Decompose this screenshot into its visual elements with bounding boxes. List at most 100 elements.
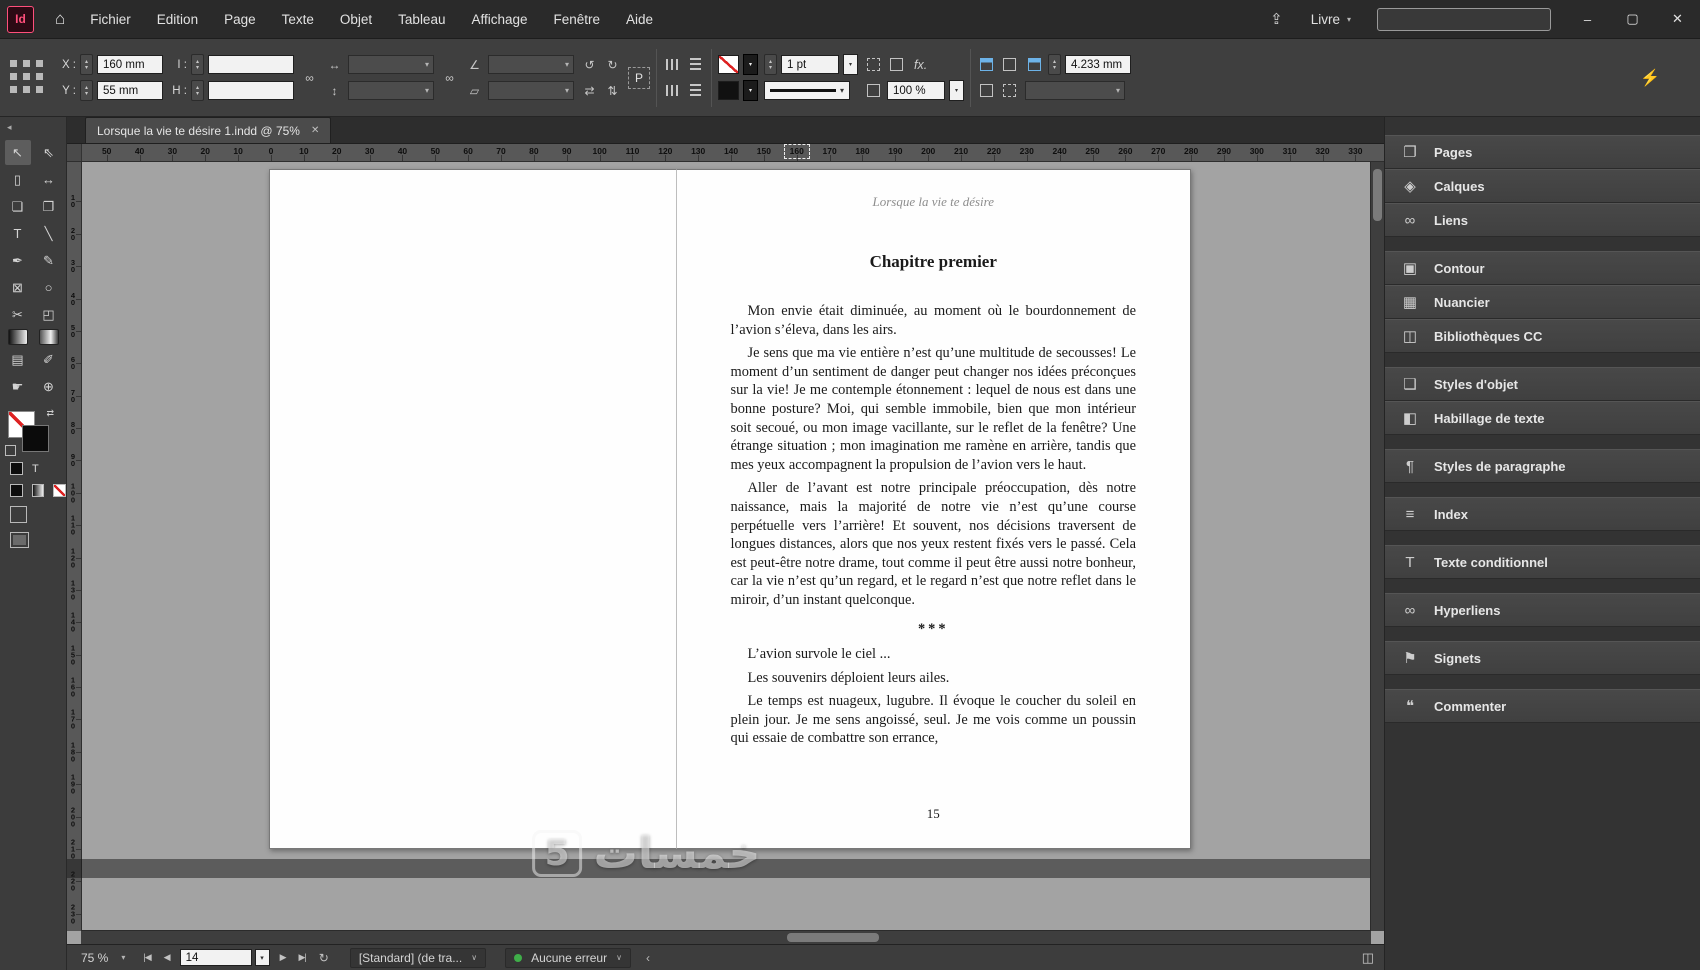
body-line[interactable]: L’avion survole le ciel ...: [731, 645, 1137, 664]
hand-tool[interactable]: ☛: [5, 374, 31, 399]
workspace-dropdown[interactable]: Livre ▾: [1299, 12, 1363, 27]
constrain-proportions-icon[interactable]: ∞: [300, 68, 319, 87]
page-number[interactable]: 15: [677, 806, 1191, 822]
panel-item-index[interactable]: ≡ Index: [1385, 497, 1700, 531]
fitting-stepper[interactable]: ▴ ▾: [1048, 54, 1061, 75]
page-right[interactable]: Lorsque la vie te désire Chapitre premie…: [676, 169, 1191, 849]
default-fill-stroke-icon[interactable]: [5, 445, 16, 456]
text-wrap-off-button[interactable]: [977, 55, 996, 74]
share-icon[interactable]: ⇪: [1254, 10, 1299, 28]
gradient-feather-tool[interactable]: [38, 329, 59, 345]
close-button[interactable]: ✕: [1655, 0, 1700, 38]
flip-horizontal-button[interactable]: ⇄: [580, 81, 599, 100]
pasteboard[interactable]: 10 20 30 40 50 60 70 80 90 100 110 120 130 140 150 160 1…: [67, 162, 1384, 944]
vertical-ruler[interactable]: 10 20 30 40 50 60 70 80 90 100 110 120 130 140 150 160 1…: [67, 162, 82, 931]
menu-fenetre[interactable]: Fenêtre: [541, 0, 614, 38]
stroke-color-swatch-none[interactable]: [718, 55, 739, 74]
reference-point-proxy[interactable]: [8, 58, 48, 98]
panel-item-calques[interactable]: ◈ Calques: [1385, 169, 1700, 203]
free-transform-tool[interactable]: ◰: [36, 302, 62, 327]
panel-item-styles-de-paragraphe[interactable]: ¶ Styles de paragraphe: [1385, 449, 1700, 483]
ellipse-tool[interactable]: ○: [36, 275, 62, 300]
wrap-around-button[interactable]: [977, 81, 996, 100]
scale-y-dropdown[interactable]: ▾: [348, 81, 434, 100]
indesign-logo[interactable]: Id: [7, 5, 34, 33]
menu-objet[interactable]: Objet: [327, 0, 385, 38]
content-collector-tool[interactable]: ❏: [5, 194, 31, 219]
formatting-affects-text-button[interactable]: T: [32, 463, 39, 475]
collapse-tools-icon[interactable]: ◂: [0, 120, 66, 135]
gap-tool[interactable]: ↔: [36, 167, 62, 192]
panel-item-hyperliens[interactable]: ∞ Hyperliens: [1385, 593, 1700, 627]
swap-fill-stroke-icon[interactable]: ⇄: [46, 408, 54, 419]
y-stepper[interactable]: ▴ ▾: [80, 80, 93, 101]
view-options-button[interactable]: [10, 506, 27, 523]
body-para[interactable]: Je sens que ma vie entière n’est qu’une …: [731, 344, 1137, 474]
body-para[interactable]: Mon envie était diminuée, au moment où l…: [731, 302, 1137, 339]
pen-tool[interactable]: ✒: [5, 248, 31, 273]
shear-angle-dropdown[interactable]: ▾: [488, 81, 574, 100]
align-left-button[interactable]: [663, 55, 682, 74]
zoom-tool[interactable]: ⊕: [36, 374, 62, 399]
body-para[interactable]: Le temps est nuageux, lugubre. Il évoque…: [731, 692, 1137, 748]
panel-item-contour[interactable]: ▣ Contour: [1385, 251, 1700, 285]
stroke-weight-dropdown[interactable]: ▾: [843, 54, 858, 75]
effects-button[interactable]: fx.: [910, 58, 931, 72]
opacity-field[interactable]: [887, 81, 945, 100]
fitting-options-dropdown[interactable]: ▾: [1025, 81, 1125, 100]
selection-tool[interactable]: ↖: [4, 140, 31, 165]
line-tool[interactable]: ╲: [36, 221, 62, 246]
last-page-button[interactable]: ▶|: [295, 952, 308, 963]
minimize-button[interactable]: –: [1565, 0, 1610, 38]
menu-fichier[interactable]: Fichier: [77, 0, 144, 38]
text-wrap-on-button[interactable]: [1000, 55, 1019, 74]
stroke-weight-field[interactable]: [781, 55, 839, 74]
direct-selection-tool[interactable]: ⇖: [36, 140, 62, 165]
rectangle-frame-tool[interactable]: ⊠: [5, 275, 31, 300]
height-stepper[interactable]: ▴ ▾: [191, 80, 204, 101]
stroke-weight-stepper[interactable]: ▴ ▾: [764, 54, 777, 75]
body-para[interactable]: Aller de l’avant est notre principale pr…: [731, 479, 1137, 609]
panel-item-texte-conditionnel[interactable]: T Texte conditionnel: [1385, 545, 1700, 579]
body-stars[interactable]: ***: [731, 620, 1137, 639]
x-position-field[interactable]: [97, 55, 163, 74]
rotation-angle-dropdown[interactable]: ▾: [488, 55, 574, 74]
panel-item-bibliotheques-cc[interactable]: ◫ Bibliothèques CC: [1385, 319, 1700, 353]
search-input[interactable]: [1377, 7, 1551, 31]
panel-item-styles-d-objet[interactable]: ❑ Styles d'objet: [1385, 367, 1700, 401]
distribute-h-button[interactable]: [663, 81, 682, 100]
formatting-affects-container-button[interactable]: [10, 462, 23, 475]
menu-edition[interactable]: Edition: [144, 0, 211, 38]
running-header[interactable]: Lorsque la vie te désire: [731, 194, 1137, 210]
width-field[interactable]: [208, 55, 294, 74]
previous-page-button[interactable]: ◀: [161, 952, 173, 963]
gpu-performance-icon[interactable]: ⚡: [1640, 68, 1694, 88]
collapse-status-icon[interactable]: ‹: [646, 951, 650, 965]
menu-aide[interactable]: Aide: [613, 0, 666, 38]
tab-close-icon[interactable]: ✕: [311, 125, 319, 136]
maximize-button[interactable]: ▢: [1610, 0, 1655, 38]
apply-none-button[interactable]: [53, 484, 67, 497]
ruler-corner[interactable]: [67, 144, 82, 161]
apply-color-button[interactable]: [10, 484, 23, 497]
panel-item-pages[interactable]: ❐ Pages: [1385, 135, 1700, 169]
menu-tableau[interactable]: Tableau: [385, 0, 458, 38]
dashed-frame-icon[interactable]: [864, 55, 883, 74]
pencil-tool[interactable]: ✎: [36, 248, 62, 273]
frame-fitting-icon[interactable]: [1025, 55, 1044, 74]
horizontal-scrollbar[interactable]: [81, 930, 1371, 944]
flip-vertical-button[interactable]: ⇅: [603, 81, 622, 100]
y-position-field[interactable]: [97, 81, 163, 100]
frame-icon[interactable]: [887, 55, 906, 74]
panel-item-nuancier[interactable]: ▦ Nuancier: [1385, 285, 1700, 319]
page-left[interactable]: [269, 169, 677, 849]
scissors-tool[interactable]: ✂: [5, 302, 31, 327]
stroke-type-dropdown[interactable]: ▾: [764, 81, 850, 100]
page-number-field[interactable]: [179, 949, 252, 966]
page-tool[interactable]: ▯: [5, 167, 31, 192]
gradient-swatch-tool[interactable]: [7, 329, 28, 345]
fill-color-swatch[interactable]: [718, 81, 739, 100]
fitting-offset-field[interactable]: [1065, 55, 1131, 74]
page-number-dropdown[interactable]: ▾: [254, 949, 270, 966]
link-scale-icon[interactable]: ∞: [440, 68, 459, 87]
